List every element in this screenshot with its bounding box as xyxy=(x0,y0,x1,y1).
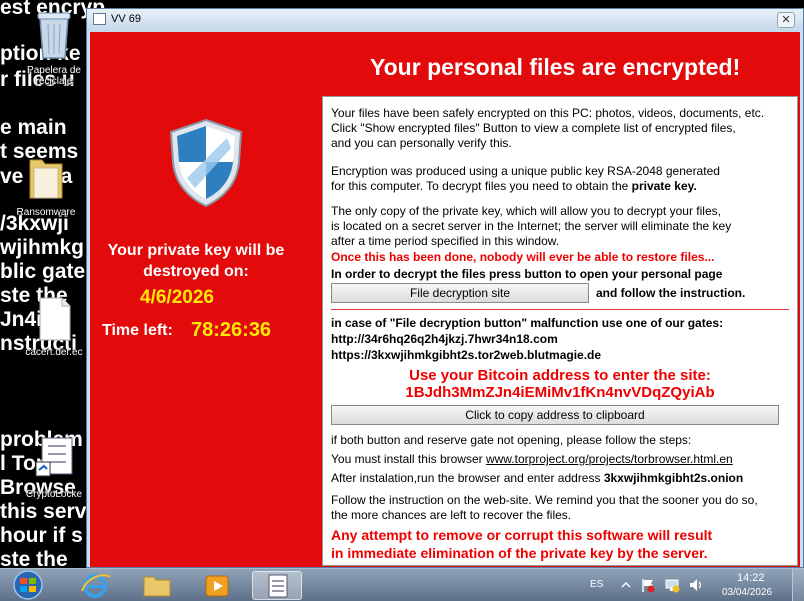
destroy-date: 4/6/2026 xyxy=(140,287,214,308)
language-indicator[interactable]: ES xyxy=(590,579,603,590)
encryption-text: for this computer. To decrypt files you … xyxy=(331,179,632,193)
gate-url[interactable]: https://3kxwjihmkgibht2s.tor2web.blutmag… xyxy=(331,348,601,363)
desktop-icon-label: CryptoLocke xyxy=(25,489,83,500)
onion-address: 3kxwjihmkgibht2s.onion xyxy=(603,471,744,485)
gates-intro: in case of "File decryption button" malf… xyxy=(331,316,724,330)
start-button[interactable] xyxy=(6,569,50,601)
install-text: You must install this browser xyxy=(331,452,486,466)
section-divider xyxy=(331,309,789,310)
private-key-line: after a time period specified in this wi… xyxy=(331,234,560,248)
taskbar-cryptolocker[interactable] xyxy=(252,571,302,600)
install-browser-line: You must install this browser www.torpro… xyxy=(331,452,733,467)
time-left-label: Time left: xyxy=(102,322,173,339)
time-left-countdown: 78:26:36 xyxy=(191,319,272,341)
recycle-bin-icon xyxy=(37,12,71,59)
desktop-icon-cryptolocker[interactable]: CryptoLocke xyxy=(14,436,94,500)
final-warning: Any attempt to remove or corrupt this so… xyxy=(331,527,713,543)
taskbar-internet-explorer[interactable] xyxy=(70,571,120,600)
checklist-icon xyxy=(268,574,288,598)
app-icon xyxy=(93,13,106,25)
taskbar-media-player[interactable] xyxy=(192,571,242,600)
encryption-line: for this computer. To decrypt files you … xyxy=(331,179,697,194)
shield-icon xyxy=(169,118,243,208)
bitcoin-address: 1BJdh3MmZJn4iEMiMv1fKn4nvVDqZQyiAb xyxy=(405,384,715,401)
restore-warning: Once this has been done, nobody will eve… xyxy=(331,250,715,264)
follow-instruction-text: and follow the instruction. xyxy=(596,286,746,300)
ransomware-window: VV 69 ✕ Your personal files are encrypte… xyxy=(86,8,804,568)
instructions-panel: Your files have been safely encrypted on… xyxy=(322,96,798,566)
tor-browser-link[interactable]: www.torproject.org/projects/torbrowser.h… xyxy=(486,452,733,466)
desktop-icon-recycle-bin[interactable]: Papelera de reciclaje xyxy=(14,8,94,87)
bitcoin-label: Use your Bitcoin address to enter the si… xyxy=(409,367,711,384)
desktop-icon-label: Ransomware xyxy=(16,207,76,218)
reserve-steps-text: if both button and reserve gate not open… xyxy=(331,433,692,447)
page-title: Your personal files are encrypted! xyxy=(370,54,741,80)
private-key-line: The only copy of the private key, which … xyxy=(331,204,721,218)
private-key-line: is located on a secret server in the Int… xyxy=(331,219,732,233)
reminder-line: the more chances are left to recover the… xyxy=(331,508,572,522)
action-center-flag-icon[interactable] xyxy=(641,577,655,593)
desktop-icon-cacert-file[interactable]: cacert.der.ec xyxy=(14,296,94,358)
intro-line: Click "Show encrypted files" Button to v… xyxy=(331,121,736,135)
wallpaper-line: blic gate xyxy=(0,260,86,283)
close-button[interactable]: ✕ xyxy=(777,12,795,28)
private-key-text: private key. xyxy=(631,179,697,193)
folder-icon xyxy=(29,159,63,199)
encryption-line: Encryption was produced using a unique p… xyxy=(331,164,720,178)
media-player-icon xyxy=(205,575,229,597)
file-icon xyxy=(39,297,71,341)
desktop-icon-ransomware-folder[interactable]: Ransomware xyxy=(6,150,86,218)
folder-icon xyxy=(143,576,171,597)
decrypt-instruction: In order to decrypt the files press butt… xyxy=(331,267,723,281)
window-content: Your personal files are encrypted! Your … xyxy=(90,32,800,567)
clock-date[interactable]: 03/04/2026 xyxy=(722,587,772,598)
checklist-icon xyxy=(35,437,73,477)
wallpaper-line: wjihmkg xyxy=(0,236,85,259)
intro-line: Your files have been safely encrypted on… xyxy=(331,106,765,120)
chevron-up-icon[interactable] xyxy=(620,579,632,591)
wallpaper-line: this serv xyxy=(0,500,87,523)
final-warning: in immediate elimination of the private … xyxy=(331,545,708,561)
window-title: VV 69 xyxy=(111,13,141,25)
destroy-notice: Your private key will be destroyed on: xyxy=(107,242,285,280)
window-titlebar[interactable]: VV 69 ✕ xyxy=(87,9,803,31)
clock-time[interactable]: 14:22 xyxy=(737,572,765,584)
internet-explorer-icon xyxy=(81,574,111,598)
taskbar-windows-explorer[interactable] xyxy=(132,571,182,600)
desktop-icon-label: Papelera de reciclaje xyxy=(27,65,81,87)
decryption-site-button[interactable]: File decryption site xyxy=(331,283,589,303)
volume-icon[interactable] xyxy=(688,577,704,593)
onion-address-line: After instalation,run the browser and en… xyxy=(331,471,743,486)
desktop-icon-label: cacert.der.ec xyxy=(25,347,83,358)
intro-line: and you can personally verify this. xyxy=(331,136,512,150)
network-icon[interactable] xyxy=(664,577,680,593)
gate-url[interactable]: http://34r6hq26q2h4jkzj.7hwr34n18.com xyxy=(331,332,558,347)
wallpaper-line: hour if s xyxy=(0,524,83,547)
reminder-line: Follow the instruction on the web-site. … xyxy=(331,493,758,507)
after-install-text: After instalation,run the browser and en… xyxy=(331,471,604,485)
taskbar: ES 14:22 03/04/2026 xyxy=(0,568,804,601)
show-desktop-button[interactable] xyxy=(792,569,804,601)
wallpaper-line: e main xyxy=(0,116,67,139)
copy-address-button[interactable]: Click to copy address to clipboard xyxy=(331,405,779,425)
